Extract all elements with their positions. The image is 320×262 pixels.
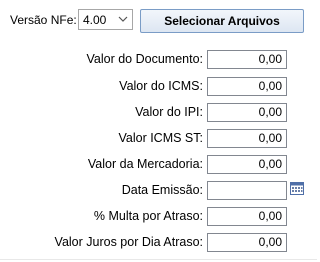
valor-icms-st-input[interactable]: 0,00 [207,129,287,148]
valor-ipi-input[interactable]: 0,00 [207,103,287,122]
valor-documento-label: Valor do Documento: [86,52,204,66]
calendar-icon[interactable] [289,180,305,196]
valor-mercadoria-input[interactable]: 0,00 [207,155,287,174]
valor-documento-input[interactable]: 0,00 [207,50,287,69]
valor-icms-input[interactable]: 0,00 [207,77,287,96]
data-emissao-label: Data Emissão: [121,183,203,197]
valor-mercadoria-label: Valor da Mercadoria: [87,157,203,171]
bottom-divider [0,259,317,260]
chevron-down-icon [118,16,128,22]
versao-nfe-select[interactable]: 4.00 [78,9,133,30]
nfe-panel: Versão NFe: 4.00 Selecionar Arquivos Val… [0,0,317,262]
versao-nfe-value: 4.00 [83,13,107,27]
versao-nfe-label: Versão NFe: [10,13,77,27]
valor-ipi-label: Valor do IPI: [135,105,203,119]
valor-icms-st-label: Valor ICMS ST: [118,131,203,145]
select-files-button[interactable]: Selecionar Arquivos [140,9,304,33]
juros-dia-atraso-label: Valor Juros por Dia Atraso: [54,235,203,249]
juros-dia-atraso-input[interactable]: 0,00 [207,233,287,252]
data-emissao-input[interactable] [207,181,287,200]
multa-atraso-label: % Multa por Atraso: [93,209,203,223]
multa-atraso-input[interactable]: 0,00 [207,207,287,226]
valor-icms-label: Valor do ICMS: [119,79,203,93]
